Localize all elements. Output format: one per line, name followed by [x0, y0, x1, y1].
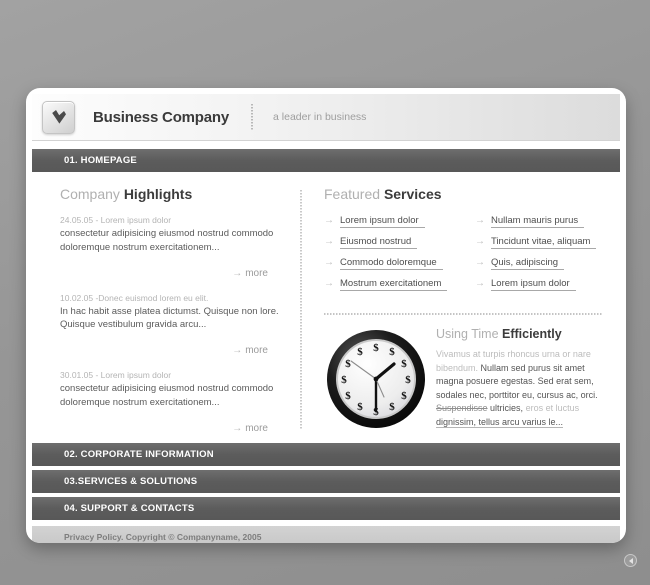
promo-block: $ $ $ $ $ $ $ $ $ $ $ $: [324, 327, 602, 436]
promo-text: Using Time Efficiently Vivamus at turpis…: [428, 327, 602, 429]
nav-bar-corporate-information[interactable]: 02. CORPORATE INFORMATION: [32, 443, 620, 466]
main-content: Company Highlights 24.05.05 - Lorem ipsu…: [32, 172, 620, 439]
promo-body-part-3: Suspendisse: [436, 403, 488, 413]
featured-services-heading: Featured Services: [324, 186, 602, 202]
svg-text:$: $: [341, 374, 347, 386]
svg-text:$: $: [345, 358, 351, 370]
news-item: 10.02.05 -Donec euismod lorem eu elit. I…: [60, 293, 282, 333]
more-link[interactable]: → more: [232, 268, 268, 279]
service-link-row: → Eiusmod nostrud: [324, 236, 451, 249]
arrow-right-icon: →: [475, 215, 485, 226]
service-link[interactable]: Lorem ipsum dolor: [491, 278, 576, 291]
nav-bar-services-solutions[interactable]: 03.SERVICES & SOLUTIONS: [32, 470, 620, 493]
header-divider: [251, 104, 254, 130]
svg-text:$: $: [389, 401, 395, 413]
company-highlights-column: Company Highlights 24.05.05 - Lorem ipsu…: [32, 186, 300, 434]
services-column-right: → Nullam mauris purus → Tincidunt vitae,…: [475, 215, 602, 299]
service-link-row: → Quis, adipiscing: [475, 257, 602, 270]
arrow-right-icon: →: [475, 257, 485, 268]
service-link[interactable]: Tincidunt vitae, aliquam: [491, 236, 597, 249]
svg-text:$: $: [401, 390, 407, 402]
heading-bold-part: Efficiently: [502, 327, 562, 341]
svg-text:$: $: [357, 346, 363, 358]
news-body: consectetur adipisicing eiusmod nostrud …: [60, 228, 274, 253]
promo-body: Vivamus at turpis rhoncus urna or nare b…: [436, 348, 602, 429]
service-link-row: → Lorem ipsum dolor: [324, 215, 451, 228]
service-link-row: → Lorem ipsum dolor: [475, 278, 602, 291]
news-item: 30.01.05 - Lorem ipsum dolor consectetur…: [60, 370, 282, 410]
more-row: → more: [60, 263, 282, 281]
arrow-right-icon: →: [232, 422, 243, 434]
services-column-left: → Lorem ipsum dolor → Eiusmod nostrud → …: [324, 215, 451, 299]
company-highlights-heading: Company Highlights: [60, 186, 282, 202]
arrow-right-icon: →: [475, 278, 485, 289]
news-date: 24.05.05 - Lorem ipsum dolor: [60, 215, 172, 225]
heading-light-part: Using Time: [436, 327, 502, 341]
heading-bold-part: Highlights: [123, 186, 193, 202]
promo-body-part-4: ultricies,: [487, 403, 526, 413]
promo-body-part-5: eros et luctus: [525, 403, 580, 413]
promo-heading: Using Time Efficiently: [436, 327, 602, 341]
dollar-clock-icon: $ $ $ $ $ $ $ $ $ $ $ $: [324, 327, 428, 436]
arrow-right-icon: →: [232, 267, 243, 279]
news-item: 24.05.05 - Lorem ipsum dolor consectetur…: [60, 215, 282, 255]
svg-text:$: $: [373, 342, 379, 354]
company-name: Business Company: [93, 108, 230, 126]
news-body: In hac habit asse platea dictumst. Quisq…: [60, 305, 279, 331]
arrow-right-icon: →: [324, 278, 334, 289]
nav-bar-label: 02. CORPORATE INFORMATION: [64, 449, 214, 460]
nav-bar-support-contacts[interactable]: 04. SUPPORT & CONTACTS: [32, 497, 620, 520]
news-date: 30.01.05 - Lorem ipsum dolor: [60, 370, 172, 381]
nav-bar-homepage[interactable]: 01. HOMEPAGE: [32, 149, 620, 172]
more-link[interactable]: → more: [232, 345, 268, 356]
service-link-row: → Tincidunt vitae, aliquam: [475, 236, 602, 249]
more-link-label: more: [245, 422, 268, 434]
heading-light-part: Featured: [324, 186, 384, 202]
services-link-lists: → Lorem ipsum dolor → Eiusmod nostrud → …: [324, 215, 602, 299]
back-arrow-triangle: [628, 557, 633, 564]
news-body: consectetur adipisicing eiusmod nostrud …: [60, 383, 274, 408]
svg-text:$: $: [357, 401, 363, 413]
footer: Privacy Policy. Copyright © Companyname,…: [32, 526, 620, 543]
heading-bold-part: Services: [383, 186, 442, 202]
svg-text:$: $: [401, 358, 407, 370]
service-link[interactable]: Mostrum exercitationem: [340, 278, 448, 291]
service-link-row: → Commodo doloremque: [324, 257, 451, 270]
featured-services-column: Featured Services → Lorem ipsum dolor → …: [302, 186, 620, 429]
nav-bar-homepage-label: 01. HOMEPAGE: [64, 155, 137, 166]
arrow-right-icon: →: [232, 345, 243, 357]
arrow-right-icon: →: [324, 236, 334, 247]
more-link[interactable]: → more: [232, 423, 268, 434]
more-row: → more: [60, 418, 282, 436]
section-divider: [324, 313, 602, 315]
promo-body-part-6: dignissim, tellus arcu varius le...: [436, 416, 564, 428]
service-link-row: → Nullam mauris purus: [475, 215, 602, 228]
page-card: Business Company a leader in business 01…: [26, 88, 626, 543]
arrow-right-icon: →: [324, 215, 334, 226]
service-link[interactable]: Nullam mauris purus: [491, 215, 585, 228]
service-link[interactable]: Quis, adipiscing: [491, 257, 565, 270]
site-header: Business Company a leader in business: [32, 94, 620, 141]
service-link[interactable]: Commodo doloremque: [340, 257, 443, 270]
nav-bar-label: 03.SERVICES & SOLUTIONS: [64, 476, 198, 487]
arrow-right-icon: →: [324, 257, 334, 268]
more-link-label: more: [245, 345, 268, 357]
svg-text:$: $: [389, 346, 395, 358]
service-link[interactable]: Eiusmod nostrud: [340, 236, 418, 249]
news-date: 10.02.05 -Donec euismod lorem eu elit.: [60, 292, 209, 303]
nav-bar-label: 04. SUPPORT & CONTACTS: [64, 503, 195, 514]
more-row: → more: [60, 340, 282, 358]
svg-text:$: $: [405, 374, 411, 386]
arrow-right-icon: →: [475, 236, 485, 247]
svg-text:$: $: [345, 390, 351, 402]
service-link[interactable]: Lorem ipsum dolor: [340, 215, 425, 228]
tagline: a leader in business: [273, 111, 367, 123]
service-link-row: → Mostrum exercitationem: [324, 278, 451, 291]
back-arrow-icon[interactable]: [624, 554, 637, 567]
heading-light-part: Company: [60, 186, 124, 202]
footer-text: Privacy Policy. Copyright © Companyname,…: [64, 532, 262, 542]
checkmark-badge-icon[interactable]: [42, 100, 75, 134]
more-link-label: more: [245, 267, 268, 279]
